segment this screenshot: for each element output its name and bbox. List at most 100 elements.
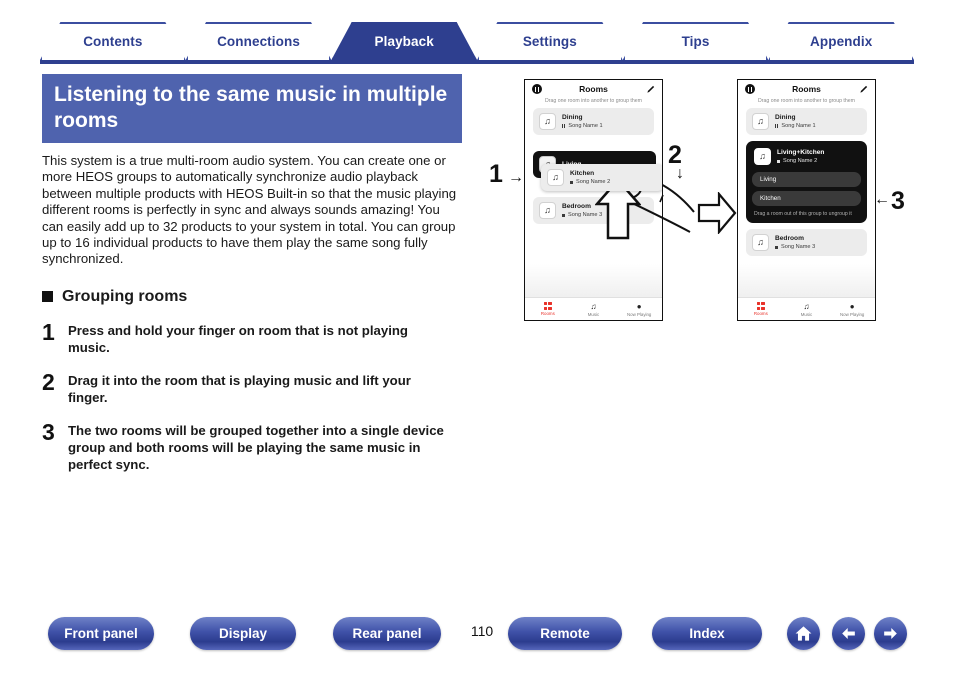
playing-indicator-icon <box>777 159 780 163</box>
rear-panel-button[interactable]: Rear panel <box>333 617 441 650</box>
phone-subtitle: Drag one room into another to group them <box>545 98 642 104</box>
page-number: 110 <box>470 623 494 639</box>
annotation-arrow-1-icon: → <box>508 169 524 186</box>
page-title: Listening to the same music in multiple … <box>42 74 462 143</box>
room-info: Bedroom Song Name 3 <box>775 234 861 251</box>
room-card-kitchen-dragged[interactable]: ♫ Kitchen Song Name 2 <box>541 164 662 191</box>
now-playing-icon: ● <box>849 301 855 311</box>
section-heading-label: Grouping rooms <box>62 287 188 305</box>
music-note-icon: ♫ <box>803 301 810 311</box>
forward-button[interactable] <box>874 617 907 650</box>
room-song: Song Name 2 <box>777 157 859 165</box>
tab-playback[interactable]: Playback <box>331 22 478 60</box>
tab-label: Contents <box>83 33 143 49</box>
step-item: 2 Drag it into the room that is playing … <box>42 370 466 406</box>
scroll-fade <box>525 264 662 298</box>
rooms-grid-icon <box>543 302 552 310</box>
step-text: The two rooms will be grouped together i… <box>68 422 444 472</box>
phone-tab-music[interactable]: ♫ Music <box>571 298 617 320</box>
remote-button[interactable]: Remote <box>508 617 622 650</box>
room-name: Dining <box>562 114 583 121</box>
phone-mockup-after: Rooms Drag one room into another to grou… <box>737 79 876 321</box>
phone-header-title: Rooms <box>579 84 608 94</box>
group-member-label: Kitchen <box>760 195 781 202</box>
annotation-number-1: 1 <box>489 160 503 188</box>
button-label: Index <box>689 626 725 641</box>
room-info: Dining Song Name 1 <box>562 113 648 130</box>
song-title: Song Name 1 <box>781 123 816 129</box>
pencil-icon[interactable] <box>646 85 655 94</box>
step-item: 1 Press and hold your finger on room tha… <box>42 320 466 356</box>
display-button[interactable]: Display <box>190 617 296 650</box>
step-item: 3 The two rooms will be grouped together… <box>42 418 466 473</box>
intro-paragraph: This system is a true multi-room audio s… <box>42 153 457 267</box>
room-name: Kitchen <box>570 170 595 177</box>
button-label: Front panel <box>64 626 138 641</box>
step-number: 3 <box>42 418 55 445</box>
front-panel-button[interactable]: Front panel <box>48 617 154 650</box>
phone-tab-rooms[interactable]: Rooms <box>738 298 784 320</box>
group-member-living[interactable]: Living <box>752 172 861 187</box>
rooms-grid-icon <box>756 302 765 310</box>
room-song: Song Name 2 <box>570 178 658 186</box>
room-info: Living+Kitchen Song Name 2 <box>777 148 859 165</box>
tab-label: Settings <box>522 33 577 49</box>
song-title: Song Name 3 <box>781 244 816 250</box>
group-hint-text: Drag a room out of this group to ungroup… <box>754 211 852 217</box>
tab-settings[interactable]: Settings <box>477 22 623 60</box>
song-title: Song Name 1 <box>568 123 603 129</box>
phone-tab-now-playing[interactable]: ● Now Playing <box>829 298 875 320</box>
pause-indicator-icon <box>775 124 779 128</box>
phone-tab-music[interactable]: ♫ Music <box>784 298 830 320</box>
playing-indicator-icon <box>775 245 778 249</box>
annotation-number-3: 3 <box>891 187 905 215</box>
room-card-dining[interactable]: ♫ Dining Song Name 1 <box>746 108 867 135</box>
tab-appendix[interactable]: Appendix <box>768 22 915 60</box>
button-label: Rear panel <box>352 626 422 641</box>
pencil-icon[interactable] <box>859 85 868 94</box>
room-info: Dining Song Name 1 <box>775 113 861 130</box>
tab-label: Appendix <box>810 33 873 49</box>
phone-tab-label: Rooms <box>540 311 555 316</box>
top-navigation-tabs: Contents Connections Playback Settings T… <box>40 22 915 64</box>
song-title: Song Name 2 <box>783 158 818 164</box>
room-song: Song Name 1 <box>562 122 648 130</box>
heos-logo-icon <box>745 84 755 94</box>
phone-tab-rooms[interactable]: Rooms <box>525 298 571 320</box>
playing-indicator-icon <box>562 213 565 217</box>
group-member-kitchen[interactable]: Kitchen <box>752 191 861 206</box>
index-button[interactable]: Index <box>652 617 762 650</box>
transition-arrow-icon <box>697 192 737 234</box>
phone-tab-label: Rooms <box>753 311 768 316</box>
back-button[interactable] <box>832 617 865 650</box>
tab-tips[interactable]: Tips <box>622 22 769 60</box>
tab-contents[interactable]: Contents <box>40 22 186 60</box>
group-name: Living+Kitchen <box>777 149 825 156</box>
room-card-bedroom[interactable]: ♫ Bedroom Song Name 3 <box>746 229 867 256</box>
phone-subtitle: Drag one room into another to group them <box>758 98 855 104</box>
home-button[interactable] <box>787 617 820 650</box>
tab-connections[interactable]: Connections <box>185 22 332 60</box>
step-text: Press and hold your finger on room that … <box>68 322 408 355</box>
room-name: Dining <box>775 114 796 121</box>
annotation-arrow-3-icon: ← <box>874 191 890 208</box>
article-content: Listening to the same music in multiple … <box>42 74 466 473</box>
phone-header: Rooms <box>738 80 875 98</box>
phone-tab-label: Music <box>587 311 600 317</box>
phone-tabbar: Rooms ♫ Music ● Now Playing <box>525 297 662 320</box>
phone-header: Rooms <box>525 80 662 98</box>
arrow-spacer <box>693 178 694 179</box>
heos-logo-icon <box>532 84 542 94</box>
phone-tab-now-playing[interactable]: ● Now Playing <box>616 298 662 320</box>
room-group-living-kitchen[interactable]: ♫ Living+Kitchen Song Name 2 Living Kitc… <box>746 141 867 223</box>
group-header[interactable]: ♫ Living+Kitchen Song Name 2 <box>749 146 864 167</box>
tabbar-baseline <box>40 60 914 64</box>
tab-label: Tips <box>681 33 710 49</box>
music-note-icon: ♫ <box>539 202 556 219</box>
step-text: Drag it into the room that is playing mu… <box>68 372 411 405</box>
song-title: Song Name 2 <box>576 179 611 185</box>
phone-tab-label: Now Playing <box>626 311 652 317</box>
room-card-dining[interactable]: ♫ Dining Song Name 1 <box>533 108 654 135</box>
button-label: Display <box>218 626 268 641</box>
arrow-right-icon <box>884 627 897 640</box>
